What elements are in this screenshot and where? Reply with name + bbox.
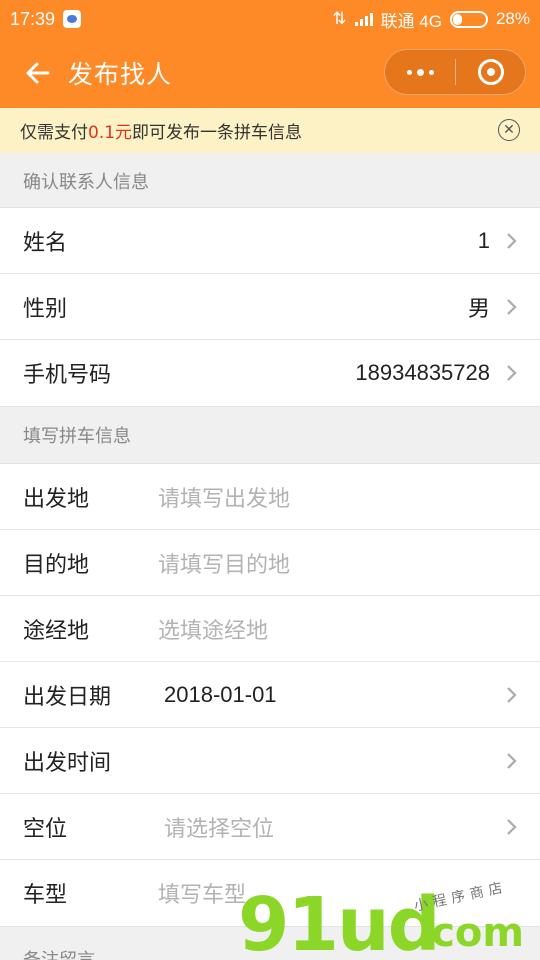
contact-group: 姓名 1 性别 男 手机号码 18934835728 [0,207,540,407]
departure-row[interactable]: 出发地 请填写出发地 [0,464,540,530]
phone-label: 手机号码 [23,363,112,388]
chevron-right-icon [504,362,520,384]
time-row[interactable]: 出发时间 [0,728,540,794]
mini-program-capsule [384,49,526,95]
destination-label: 目的地 [23,552,90,578]
name-row[interactable]: 姓名 1 [0,208,540,274]
time-label: 出发时间 [23,750,112,776]
message-icon [63,10,82,28]
battery-icon [449,10,488,28]
more-dots-icon[interactable] [385,50,455,94]
nav-bar: 发布找人 [0,38,540,108]
remarks-section-title: 备注留言 [0,926,540,960]
payment-notice: 仅需支付 0.1元 即可发布一条拼车信息 ✕ [0,108,540,153]
chevron-right-icon [504,750,520,772]
name-value: 1 [477,227,490,253]
phone-row[interactable]: 手机号码 18934835728 [0,340,540,406]
seats-label: 空位 [23,816,68,842]
date-row[interactable]: 出发日期 2018-01-01 [0,662,540,728]
seats-select[interactable]: 请选择空位 [164,811,274,843]
via-input[interactable]: 选填途经地 [158,613,268,645]
notice-prefix: 仅需支付 [20,123,88,143]
status-right: ⇅ 联通 4G 28% [332,7,530,32]
gender-label: 性别 [23,296,68,322]
seats-row[interactable]: 空位 请选择空位 [0,794,540,860]
chevron-right-icon [504,684,520,706]
notice-suffix: 即可发布一条拼车信息 [132,123,303,143]
phone-value: 18934835728 [355,360,490,385]
back-arrow-icon[interactable] [18,53,58,93]
status-bar: 17:39 ⇅ 联通 4G 28% [0,0,540,38]
destination-row[interactable]: 目的地 请填写目的地 [0,530,540,596]
battery-percent: 28% [495,9,530,28]
data-transfer-icon: ⇅ [332,9,347,28]
name-label: 姓名 [23,230,68,256]
ride-section-title: 填写拼车信息 [23,426,131,447]
car-type-label: 车型 [23,883,68,908]
date-label: 出发日期 [23,684,112,710]
notice-price: 0.1元 [88,123,133,143]
signal-icon [354,12,373,26]
carrier-label: 联通 4G [380,11,442,31]
chevron-right-icon [504,230,520,252]
page-title: 发布找人 [68,60,173,89]
status-time: 17:39 [10,8,56,29]
gender-value: 男 [467,295,490,321]
chevron-right-icon [504,296,520,318]
contact-section-title: 确认联系人信息 [23,171,149,193]
ride-group: 出发地 请填写出发地 目的地 请填写目的地 途经地 选填途经地 出发日期 201… [0,463,540,927]
via-label: 途经地 [23,618,90,644]
gender-row[interactable]: 性别 男 [0,274,540,340]
departure-input[interactable]: 请填写出发地 [158,481,290,513]
close-circle-icon[interactable]: ✕ [498,119,520,141]
car-type-input[interactable]: 填写车型 [158,877,246,909]
chevron-right-icon [504,816,520,838]
departure-label: 出发地 [23,486,90,512]
car-type-row[interactable]: 车型 填写车型 [0,860,540,926]
date-value[interactable]: 2018-01-01 [164,682,277,708]
close-target-icon[interactable] [456,50,525,94]
destination-input[interactable]: 请填写目的地 [158,547,290,579]
via-row[interactable]: 途经地 选填途经地 [0,596,540,662]
